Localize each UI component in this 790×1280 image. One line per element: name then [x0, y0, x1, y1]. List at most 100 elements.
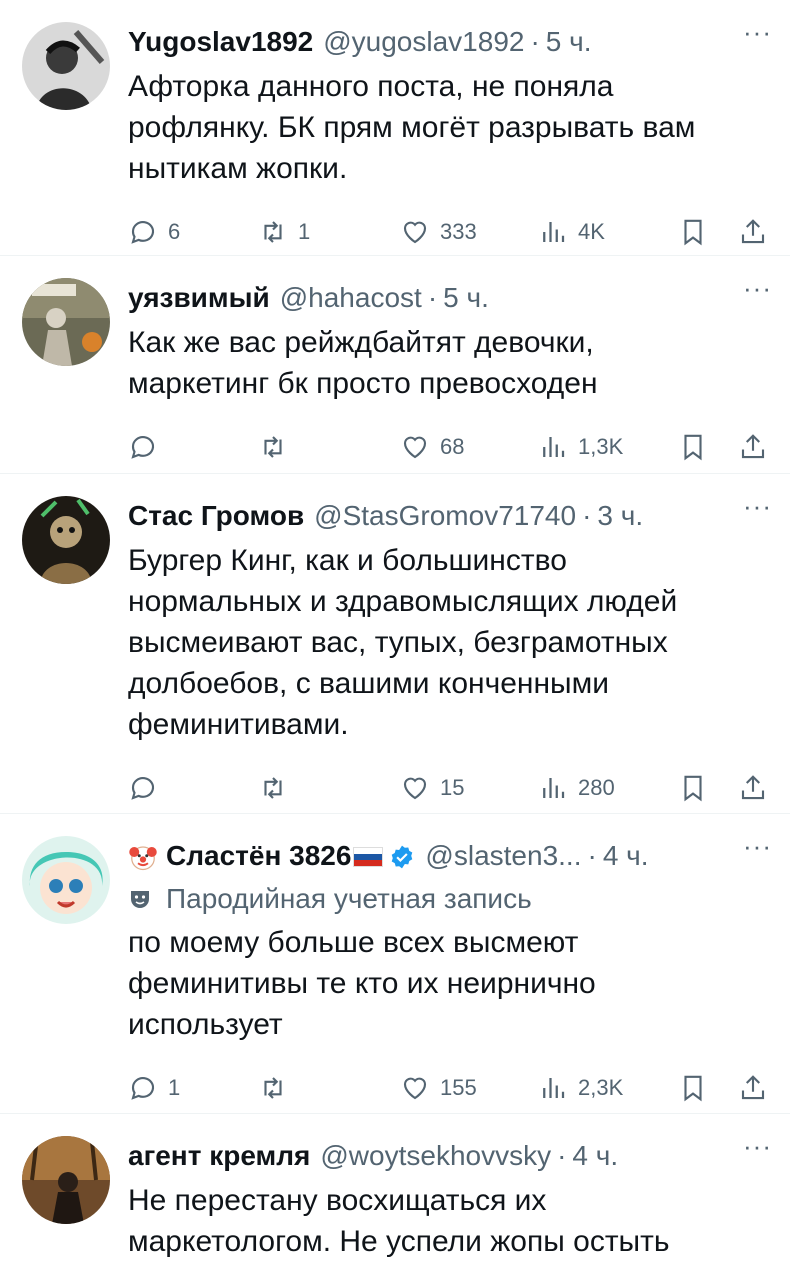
views-count: 2,3K: [578, 1075, 624, 1100]
tweet[interactable]: Сластён 3826 @slasten3... · 4 ч. ··· Пар…: [0, 814, 790, 1114]
share-button[interactable]: [738, 1073, 768, 1103]
tweet-text: по моему больше всех высмеют феминитивы …: [128, 926, 596, 1041]
like-icon: [403, 436, 427, 459]
tweet-text: Бургер Кинг, как и большинство нормальны…: [128, 544, 678, 741]
views-button[interactable]: 1,3K: [538, 432, 623, 462]
avatar[interactable]: [22, 496, 110, 584]
views-count: 4K: [578, 219, 605, 244]
views-count: 280: [578, 775, 615, 800]
display-name[interactable]: Yugoslav1892: [128, 24, 313, 60]
more-icon[interactable]: ···: [743, 833, 772, 859]
like-button[interactable]: 15: [400, 773, 464, 803]
display-name[interactable]: уязвимый: [128, 280, 270, 316]
tweet-header: Yugoslav1892 @yugoslav1892 · 5 ч.: [128, 22, 770, 62]
like-icon: [403, 777, 427, 800]
tweet-text: Как же вас рейждбайтят девочки, маркетин…: [128, 326, 598, 400]
views-icon: [543, 222, 565, 242]
share-icon: [741, 434, 765, 459]
display-name[interactable]: агент кремля: [128, 1138, 310, 1174]
reply-feed: Yugoslav1892 @yugoslav1892 · 5 ч. ··· Аф…: [0, 0, 790, 1280]
tweet[interactable]: уязвимый @hahacost · 5 ч. ··· Как же вас…: [0, 256, 790, 474]
timestamp[interactable]: 3 ч.: [597, 498, 643, 534]
timestamp[interactable]: 4 ч.: [603, 838, 649, 874]
share-button[interactable]: [738, 773, 768, 803]
parody-label-text: Пародийная учетная запись: [166, 883, 532, 914]
bookmark-icon: [684, 219, 702, 246]
bookmark-button[interactable]: [678, 432, 708, 462]
reply-count: 6: [168, 219, 181, 244]
tweet[interactable]: агент кремля @woytsekhovvsky · 4 ч. ··· …: [0, 1114, 790, 1280]
verified-icon[interactable]: [389, 844, 415, 870]
more-icon[interactable]: ···: [743, 275, 772, 301]
avatar[interactable]: [22, 22, 110, 110]
like-count: 333: [440, 219, 477, 244]
bookmark-button[interactable]: [678, 217, 708, 247]
views-button[interactable]: 2,3K: [538, 1073, 623, 1103]
retweet-button[interactable]: [258, 432, 298, 462]
username[interactable]: @woytsekhovvsky: [320, 1138, 551, 1174]
bookmark-icon: [684, 775, 702, 802]
avatar[interactable]: [22, 836, 110, 924]
display-name[interactable]: Стас Громов: [128, 498, 304, 534]
reply-count: 1: [168, 1075, 181, 1100]
username[interactable]: @yugoslav1892: [323, 24, 524, 60]
tweet[interactable]: Стас Громов @StasGromov71740 · 3 ч. ··· …: [0, 474, 790, 814]
more-icon[interactable]: ···: [743, 493, 772, 519]
timestamp[interactable]: 5 ч.: [546, 24, 592, 60]
like-count: 68: [440, 434, 465, 459]
views-icon: [543, 778, 565, 798]
retweet-icon: [264, 777, 282, 799]
bookmark-icon: [684, 1075, 702, 1102]
avatar[interactable]: [22, 278, 110, 366]
reply-icon: [131, 221, 155, 244]
bookmark-button[interactable]: [678, 773, 708, 803]
tweet-text: Афторка данного поста, не поняла рофлянк…: [128, 70, 696, 185]
retweet-count: 1: [298, 219, 311, 244]
username[interactable]: @StasGromov71740: [314, 498, 576, 534]
display-name[interactable]: Сластён 3826: [166, 838, 351, 874]
like-button[interactable]: 155: [400, 1073, 477, 1103]
retweet-button[interactable]: [258, 1073, 298, 1103]
views-icon: [543, 437, 565, 457]
bookmark-icon: [684, 434, 702, 461]
views-button[interactable]: 4K: [538, 217, 605, 247]
retweet-icon: [264, 221, 282, 243]
share-icon: [741, 775, 765, 800]
tweet-text: Не перестану восхищаться их маркетологом…: [128, 1184, 670, 1258]
like-button[interactable]: 68: [400, 432, 464, 462]
separator: ·: [557, 1140, 567, 1171]
tweet-header: агент кремля @woytsekhovvsky · 4 ч.: [128, 1136, 770, 1176]
retweet-button[interactable]: [258, 773, 298, 803]
username[interactable]: @slasten3...: [425, 838, 581, 874]
username[interactable]: @hahacost: [280, 280, 422, 316]
views-button[interactable]: 280: [538, 773, 615, 803]
like-count: 15: [440, 775, 465, 800]
like-button[interactable]: 333: [400, 217, 477, 247]
separator: ·: [427, 282, 438, 313]
more-icon[interactable]: ···: [743, 1133, 772, 1159]
share-button[interactable]: [738, 217, 768, 247]
retweet-button[interactable]: 1: [258, 217, 310, 247]
reply-button[interactable]: 1: [128, 1073, 180, 1103]
tweet-header: Сластён 3826 @slasten3... · 4 ч.: [128, 836, 770, 876]
more-icon[interactable]: ···: [743, 19, 772, 45]
separator: ·: [582, 500, 592, 531]
like-count: 155: [440, 1075, 477, 1100]
clown-emoji: [129, 846, 157, 871]
reply-button[interactable]: 6: [128, 217, 180, 247]
retweet-icon: [264, 436, 282, 458]
reply-icon: [131, 1077, 155, 1100]
reply-icon: [131, 436, 155, 459]
separator: ·: [587, 840, 597, 871]
bookmark-button[interactable]: [678, 1073, 708, 1103]
timestamp[interactable]: 5 ч.: [443, 280, 489, 316]
separator: ·: [530, 26, 540, 57]
timestamp[interactable]: 4 ч.: [572, 1138, 618, 1174]
reply-button[interactable]: [128, 432, 168, 462]
parody-label[interactable]: Пародийная учетная запись: [128, 880, 770, 918]
reply-button[interactable]: [128, 773, 168, 803]
tweet[interactable]: Yugoslav1892 @yugoslav1892 · 5 ч. ··· Аф…: [0, 0, 790, 256]
share-button[interactable]: [738, 432, 768, 462]
avatar[interactable]: [22, 1136, 110, 1224]
views-icon: [543, 1078, 565, 1098]
